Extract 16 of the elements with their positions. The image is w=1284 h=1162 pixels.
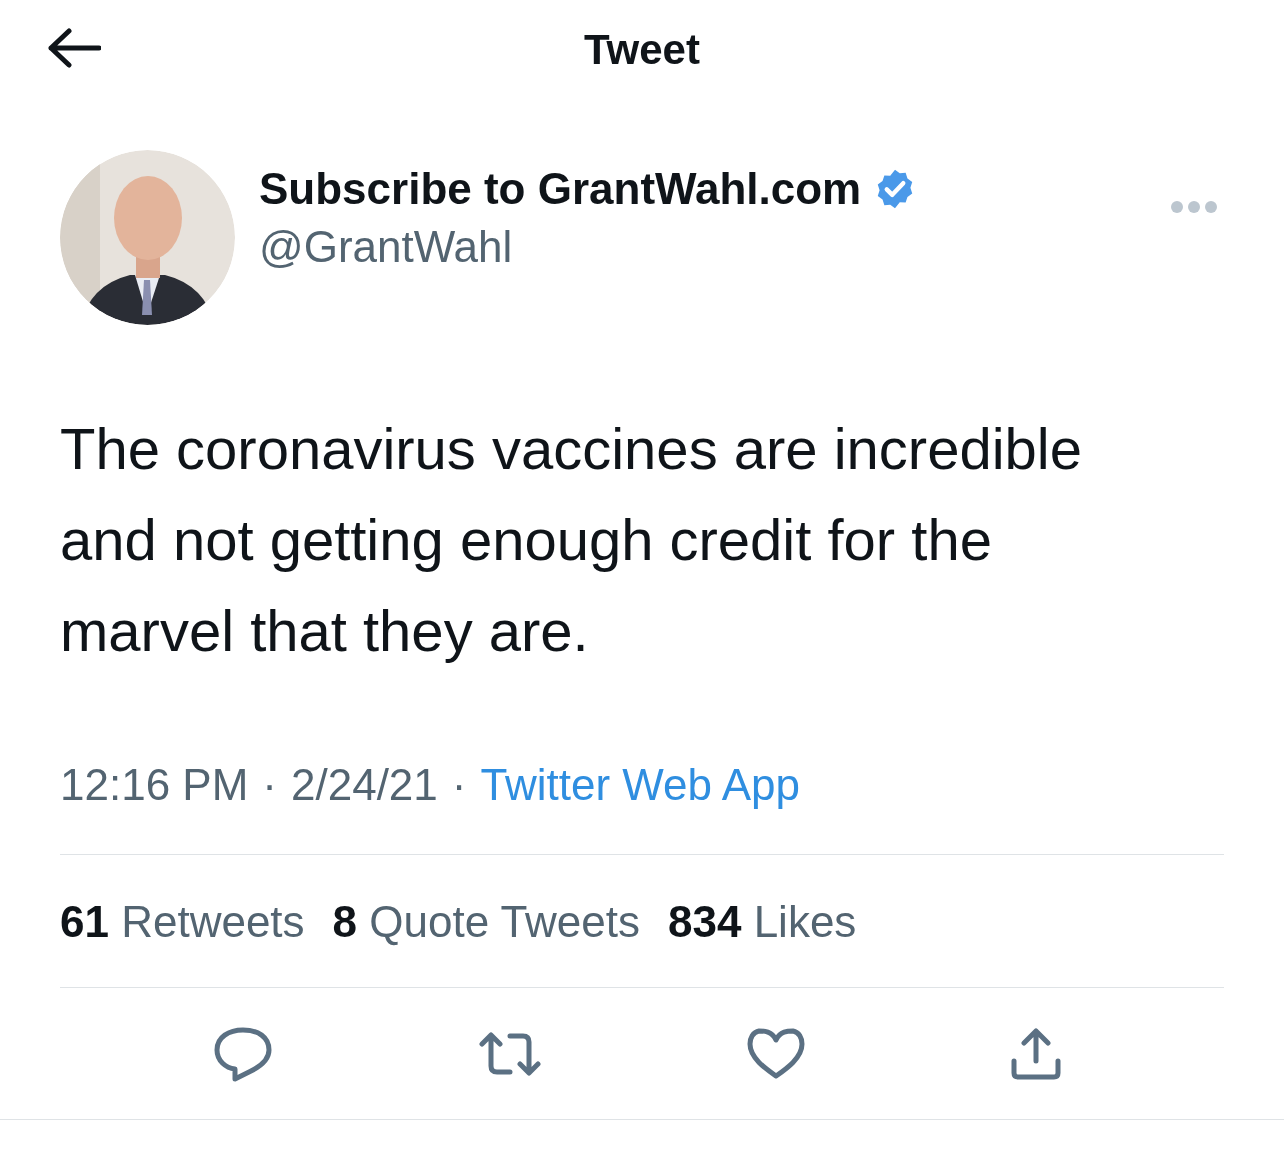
engagement-stat[interactable]: 834 Likes bbox=[668, 897, 857, 947]
timestamp-text: 12:16 PM bbox=[60, 760, 249, 810]
engagement-stat[interactable]: 8 Quote Tweets bbox=[332, 897, 640, 947]
author-handle: @GrantWahl bbox=[259, 221, 514, 272]
page-title: Tweet bbox=[584, 26, 700, 74]
share-icon[interactable] bbox=[1009, 1026, 1062, 1081]
tweet-text: The coronavirus vaccines are incredible and not getting enough credit for the marvel that they are. bbox=[60, 415, 1083, 665]
engagement-stat[interactable]: 61 Retweets bbox=[60, 897, 305, 947]
reply-icon[interactable] bbox=[212, 1025, 273, 1082]
separator-dot: · bbox=[451, 760, 467, 810]
heart-icon[interactable] bbox=[746, 1027, 805, 1080]
author-name[interactable]: Subscribe to GrantWahl.com bbox=[259, 163, 862, 214]
back-arrow-icon[interactable] bbox=[47, 28, 101, 68]
timestamp-text: 2/24/21 bbox=[291, 760, 438, 810]
separator-dot: · bbox=[262, 760, 277, 810]
retweet-icon[interactable] bbox=[477, 1029, 542, 1078]
